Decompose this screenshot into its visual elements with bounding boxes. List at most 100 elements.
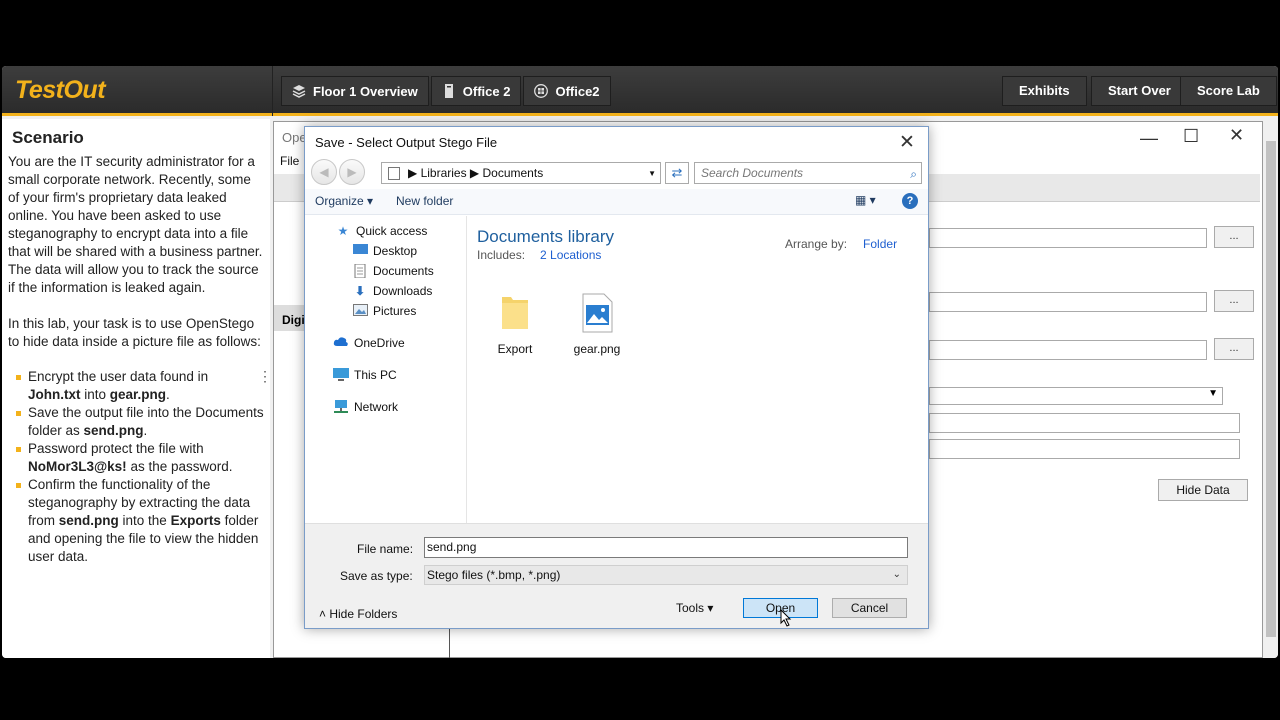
file-name: gear.png xyxy=(573,342,621,356)
scenario-pane: Scenario You are the IT security adminis… xyxy=(2,119,270,658)
scenario-task-list: Encrypt the user data found in John.txt … xyxy=(8,368,264,566)
breadcrumb-office-2[interactable]: Office 2 xyxy=(430,76,522,106)
task-item: Confirm the functionality of the stegano… xyxy=(8,476,264,566)
search-icon[interactable]: ⌕ xyxy=(910,164,917,184)
chevron-down-icon: ⌄ xyxy=(892,569,901,580)
network-icon xyxy=(333,400,349,414)
tower-icon xyxy=(442,84,456,98)
organize-button[interactable]: Organize ▾ xyxy=(315,194,373,208)
breadcrumb-office2-computer[interactable]: Office2 xyxy=(523,76,611,106)
file-item-export[interactable]: Export xyxy=(480,293,550,356)
nav-onedrive[interactable]: OneDrive xyxy=(333,336,405,350)
nav-network[interactable]: Network xyxy=(333,400,398,414)
encryption-algorithm-select[interactable]: ▼ xyxy=(929,387,1223,405)
testout-logo: TestOut xyxy=(15,76,106,104)
back-arrow-icon[interactable]: ◀ xyxy=(311,159,337,185)
pane-splitter-handle[interactable]: ⋮ xyxy=(258,369,272,383)
file-list-pane: Documents library Includes: 2 Locations A… xyxy=(468,216,928,523)
pictures-icon xyxy=(352,304,368,318)
tools-button[interactable]: Tools ▾ xyxy=(676,601,713,615)
address-root[interactable]: Libraries xyxy=(421,166,467,180)
address-separator-icon: ▶ xyxy=(466,166,483,180)
vertical-scrollbar[interactable] xyxy=(1263,123,1278,658)
scrollbar-thumb[interactable] xyxy=(1266,141,1276,637)
refresh-icon[interactable]: ⇄ xyxy=(665,162,689,184)
download-arrow-icon: ⬇ xyxy=(354,284,366,298)
close-icon[interactable]: ✕ xyxy=(1229,125,1244,146)
dialog-footer: File name: send.png Save as type: Stego … xyxy=(305,523,928,628)
search-placeholder: Search Documents xyxy=(701,166,804,180)
save-as-type-select[interactable]: Stego files (*.bmp, *.png) ⌄ xyxy=(424,565,908,585)
nav-downloads[interactable]: ⬇ Downloads xyxy=(352,284,432,298)
windows-icon xyxy=(534,84,549,98)
file-name-label: File name: xyxy=(357,542,414,556)
forward-arrow-icon[interactable]: ▶ xyxy=(339,159,365,185)
locations-link[interactable]: 2 Locations xyxy=(540,248,601,262)
new-folder-button[interactable]: New folder xyxy=(396,194,453,208)
image-file-icon xyxy=(562,293,632,336)
breadcrumb-label: Office 2 xyxy=(462,83,511,99)
dialog-title: Save - Select Output Stego File xyxy=(315,135,498,150)
folder-icon xyxy=(480,293,550,336)
library-includes: Includes: 2 Locations xyxy=(477,248,602,262)
breadcrumb-floor-overview[interactable]: Floor 1 Overview xyxy=(281,76,429,106)
minimize-icon[interactable]: — xyxy=(1140,128,1158,149)
nav-desktop[interactable]: Desktop xyxy=(352,244,417,258)
scenario-task: In this lab, your task is to use OpenSte… xyxy=(8,316,261,349)
breadcrumb: Floor 1 Overview Office 2 Office2 xyxy=(272,66,613,116)
star-icon: ★ xyxy=(337,224,349,238)
navigation-pane: ★ Quick access Desktop Documents ⬇ Downloa… xyxy=(305,216,467,523)
start-over-button[interactable]: Start Over xyxy=(1091,76,1188,106)
library-icon xyxy=(388,166,400,180)
file-name: Export xyxy=(497,342,533,356)
save-dialog: Save - Select Output Stego File ✕ ◀ ▶ ▶ … xyxy=(304,126,929,629)
maximize-icon[interactable]: ☐ xyxy=(1183,126,1199,147)
arrange-by-dropdown[interactable]: Folder xyxy=(863,237,897,251)
address-separator-icon: ▶ xyxy=(408,166,421,180)
chevron-up-icon: ˄ xyxy=(319,607,330,621)
file-item-gear-png[interactable]: gear.png xyxy=(562,293,632,356)
dialog-toolbar: Organize ▾ New folder ▦ ▾ ? xyxy=(305,189,928,215)
task-item: Password protect the file with NoMor3L3@… xyxy=(8,440,264,476)
computer-icon xyxy=(333,368,349,382)
desktop-icon xyxy=(352,244,368,258)
nav-pictures[interactable]: Pictures xyxy=(352,304,416,318)
cloud-icon xyxy=(333,336,349,350)
breadcrumb-label: Floor 1 Overview xyxy=(313,83,418,99)
hide-folders-button[interactable]: ˄ Hide Folders xyxy=(319,607,397,621)
nav-this-pc[interactable]: This PC xyxy=(333,368,397,382)
confirm-password-input[interactable] xyxy=(929,439,1240,459)
nav-buttons: ◀ ▶ xyxy=(311,159,373,185)
task-item: Encrypt the user data found in John.txt … xyxy=(8,368,264,404)
nav-quick-access[interactable]: ★ Quick access xyxy=(335,224,428,238)
breadcrumb-label: Office2 xyxy=(555,83,600,99)
message-file-input[interactable] xyxy=(929,228,1207,248)
address-bar[interactable]: ▶ Libraries ▶ Documents ▼ xyxy=(381,162,661,184)
scenario-title: Scenario xyxy=(12,128,84,147)
file-name-input[interactable]: send.png xyxy=(424,537,908,558)
browse-output-button[interactable]: ... xyxy=(1214,338,1254,360)
hide-data-button[interactable]: Hide Data xyxy=(1158,479,1248,501)
help-icon[interactable]: ? xyxy=(902,193,918,209)
view-options-icon[interactable]: ▦ ▾ xyxy=(855,193,876,207)
layers-icon xyxy=(292,84,306,98)
arrange-by: Arrange by: Folder xyxy=(785,237,898,251)
document-icon xyxy=(352,263,368,279)
cover-file-input[interactable] xyxy=(929,292,1207,312)
browse-message-button[interactable]: ... xyxy=(1214,226,1254,248)
exhibits-button[interactable]: Exhibits xyxy=(1002,76,1087,106)
password-input[interactable] xyxy=(929,413,1240,433)
search-input[interactable]: Search Documents ⌕ xyxy=(694,162,922,184)
mouse-cursor-icon xyxy=(780,608,792,630)
top-bar: TestOut Floor 1 Overview Office 2 Office… xyxy=(2,66,1278,116)
menu-file[interactable]: File xyxy=(280,154,299,168)
chevron-down-icon[interactable]: ▼ xyxy=(648,169,656,178)
output-file-input[interactable] xyxy=(929,340,1207,360)
dialog-close-icon[interactable]: ✕ xyxy=(895,131,919,154)
browse-cover-button[interactable]: ... xyxy=(1214,290,1254,312)
address-current[interactable]: Documents xyxy=(483,166,544,180)
nav-documents[interactable]: Documents xyxy=(352,263,434,279)
cancel-button[interactable]: Cancel xyxy=(832,598,907,618)
score-lab-button[interactable]: Score Lab xyxy=(1180,76,1277,106)
save-as-type-label: Save as type: xyxy=(340,569,413,583)
